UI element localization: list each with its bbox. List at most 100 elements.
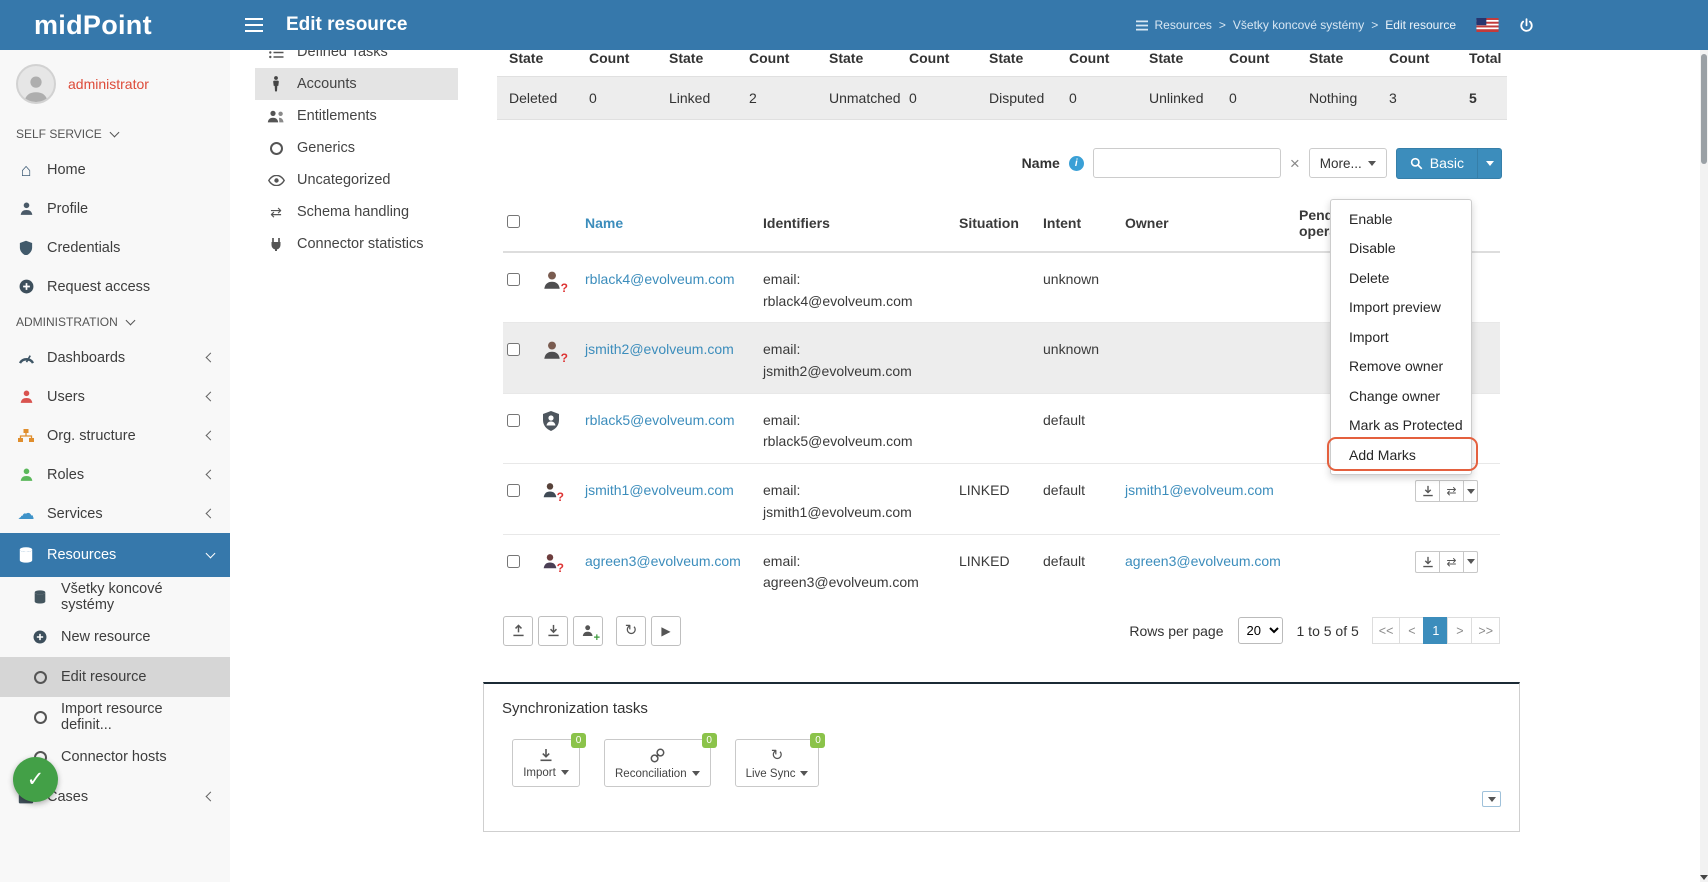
situation-value bbox=[951, 323, 1035, 393]
add-account-button[interactable]: + bbox=[573, 616, 603, 646]
sidebar-item-profile[interactable]: Profile bbox=[0, 189, 230, 228]
rows-per-page-select[interactable]: 20 bbox=[1238, 617, 1283, 644]
sidebar-item-credentials[interactable]: Credentials bbox=[0, 228, 230, 267]
owner-link[interactable]: agreen3@evolveum.com bbox=[1125, 553, 1281, 569]
tab-entitlements[interactable]: Entitlements bbox=[255, 100, 458, 132]
row-checkbox[interactable] bbox=[507, 343, 520, 356]
more-filters-button[interactable]: More... bbox=[1309, 148, 1387, 178]
row-checkbox[interactable] bbox=[507, 484, 520, 497]
account-name-link[interactable]: agreen3@evolveum.com bbox=[585, 553, 741, 569]
plug-icon bbox=[267, 237, 285, 252]
breadcrumb-current: Edit resource bbox=[1385, 18, 1456, 32]
count-value: 0 bbox=[897, 77, 977, 120]
sidebar-item-resources[interactable]: Resources bbox=[0, 533, 230, 577]
tab-connector-statistics[interactable]: Connector statistics bbox=[255, 228, 458, 260]
last-page-button[interactable]: >> bbox=[1471, 617, 1500, 644]
sidebar-item-import-resource[interactable]: Import resource definit... bbox=[0, 697, 230, 737]
button-label: Reconciliation bbox=[615, 768, 687, 780]
sidebar-section-administration[interactable]: ADMINISTRATION bbox=[0, 306, 230, 338]
cloud-icon: ☁ bbox=[16, 505, 36, 522]
menu-item-import[interactable]: Import bbox=[1331, 322, 1471, 352]
sidebar-section-self-service[interactable]: SELF SERVICE bbox=[0, 118, 230, 150]
page-scrollbar[interactable] bbox=[1700, 50, 1708, 882]
floating-caret-button[interactable] bbox=[1482, 791, 1501, 807]
scrollbar-thumb[interactable] bbox=[1701, 54, 1707, 164]
page-1-button[interactable]: 1 bbox=[1423, 617, 1448, 644]
user-icon bbox=[16, 201, 36, 216]
tab-generics[interactable]: Generics bbox=[255, 132, 458, 164]
menu-item-remove-owner[interactable]: Remove owner bbox=[1331, 352, 1471, 382]
play-button[interactable]: ▶ bbox=[651, 616, 681, 646]
account-state-summary-table: State Count State Count State Count Stat… bbox=[497, 44, 1507, 120]
tab-schema-handling[interactable]: ⇄ Schema handling bbox=[255, 196, 458, 228]
logout-power-icon[interactable] bbox=[1519, 18, 1534, 33]
row-actions-caret-button[interactable] bbox=[1463, 480, 1478, 502]
task-count-badge: 0 bbox=[810, 733, 825, 748]
menu-item-delete[interactable]: Delete bbox=[1331, 263, 1471, 293]
upload-button[interactable] bbox=[503, 616, 533, 646]
live-sync-task-button[interactable]: ↻ Live Sync 0 bbox=[735, 739, 820, 787]
download-action-button[interactable] bbox=[1415, 480, 1440, 502]
reconciliation-task-button[interactable]: Reconciliation 0 bbox=[604, 739, 711, 787]
menu-item-enable[interactable]: Enable bbox=[1331, 204, 1471, 234]
sidebar-item-roles[interactable]: Roles bbox=[0, 455, 230, 494]
first-page-button[interactable]: << bbox=[1372, 617, 1401, 644]
sidebar-item-dashboards[interactable]: Dashboards bbox=[0, 338, 230, 377]
database-icon bbox=[30, 590, 50, 604]
sidebar-item-org-structure[interactable]: Org. structure bbox=[0, 416, 230, 455]
sidebar-item-edit-resource[interactable]: Edit resource bbox=[0, 657, 230, 697]
menu-toggle-button[interactable] bbox=[230, 0, 278, 50]
prev-page-button[interactable]: < bbox=[1399, 617, 1424, 644]
sidebar-item-services[interactable]: ☁ Services bbox=[0, 494, 230, 533]
account-name-link[interactable]: rblack4@evolveum.com bbox=[585, 271, 735, 287]
button-label: Live Sync bbox=[746, 768, 796, 780]
account-name-link[interactable]: jsmith1@evolveum.com bbox=[585, 482, 734, 498]
app-logo[interactable]: midPoint bbox=[0, 10, 230, 41]
next-page-button[interactable]: > bbox=[1447, 617, 1472, 644]
refresh-button[interactable]: ↻ bbox=[616, 616, 646, 646]
locale-flag-us-icon[interactable] bbox=[1476, 18, 1499, 32]
success-check-fab[interactable]: ✓ bbox=[13, 757, 58, 802]
name-search-input[interactable] bbox=[1093, 148, 1281, 178]
row-checkbox[interactable] bbox=[507, 273, 520, 286]
download-button[interactable] bbox=[538, 616, 568, 646]
row-checkbox[interactable] bbox=[507, 414, 520, 427]
sidebar-item-users[interactable]: Users bbox=[0, 377, 230, 416]
select-all-checkbox[interactable] bbox=[507, 215, 520, 228]
account-name-link[interactable]: jsmith2@evolveum.com bbox=[585, 341, 734, 357]
breadcrumb-resource-name[interactable]: Všetky koncové systémy bbox=[1233, 18, 1364, 32]
import-task-button[interactable]: Import 0 bbox=[512, 739, 580, 787]
user-panel[interactable]: administrator bbox=[0, 50, 230, 118]
row-actions-caret-button[interactable] bbox=[1463, 551, 1478, 573]
scrollbar-down-arrow[interactable] bbox=[1700, 875, 1708, 880]
caret-down-icon bbox=[1488, 797, 1496, 802]
item-label: Org. structure bbox=[47, 428, 136, 444]
menu-item-change-owner[interactable]: Change owner bbox=[1331, 381, 1471, 411]
sync-task-buttons: Import 0 Reconciliation 0 ↻ Live Sync 0 bbox=[484, 739, 1519, 787]
menu-item-mark-as-protected[interactable]: Mark as Protected bbox=[1331, 411, 1471, 441]
breadcrumb-resources[interactable]: Resources bbox=[1155, 18, 1212, 32]
search-mode-caret[interactable] bbox=[1477, 149, 1501, 178]
owner-link[interactable]: jsmith1@evolveum.com bbox=[1125, 482, 1274, 498]
state-value: Linked bbox=[657, 77, 737, 120]
sidebar-item-all-resources[interactable]: Všetky koncové systémy bbox=[0, 577, 230, 617]
clear-search-icon[interactable]: × bbox=[1290, 155, 1300, 172]
sidebar-item-new-resource[interactable]: New resource bbox=[0, 617, 230, 657]
menu-item-disable[interactable]: Disable bbox=[1331, 234, 1471, 264]
menu-item-import-preview[interactable]: Import preview bbox=[1331, 293, 1471, 323]
exchange-action-button[interactable]: ⇄ bbox=[1439, 551, 1464, 573]
menu-item-add-marks[interactable]: Add Marks bbox=[1331, 440, 1471, 470]
download-action-button[interactable] bbox=[1415, 551, 1440, 573]
account-name-link[interactable]: rblack5@evolveum.com bbox=[585, 412, 735, 428]
info-icon[interactable]: i bbox=[1069, 156, 1084, 171]
row-checkbox[interactable] bbox=[507, 555, 520, 568]
name-col-header[interactable]: Name bbox=[577, 194, 755, 252]
sidebar-item-home[interactable]: ⌂ Home bbox=[0, 150, 230, 189]
item-label: Edit resource bbox=[61, 669, 146, 685]
basic-search-button[interactable]: Basic bbox=[1396, 148, 1502, 179]
exchange-action-button[interactable]: ⇄ bbox=[1439, 480, 1464, 502]
tab-accounts[interactable]: Accounts bbox=[255, 68, 458, 100]
sidebar-item-request-access[interactable]: Request access bbox=[0, 267, 230, 306]
download-icon bbox=[547, 624, 560, 637]
tab-uncategorized[interactable]: Uncategorized bbox=[255, 164, 458, 196]
